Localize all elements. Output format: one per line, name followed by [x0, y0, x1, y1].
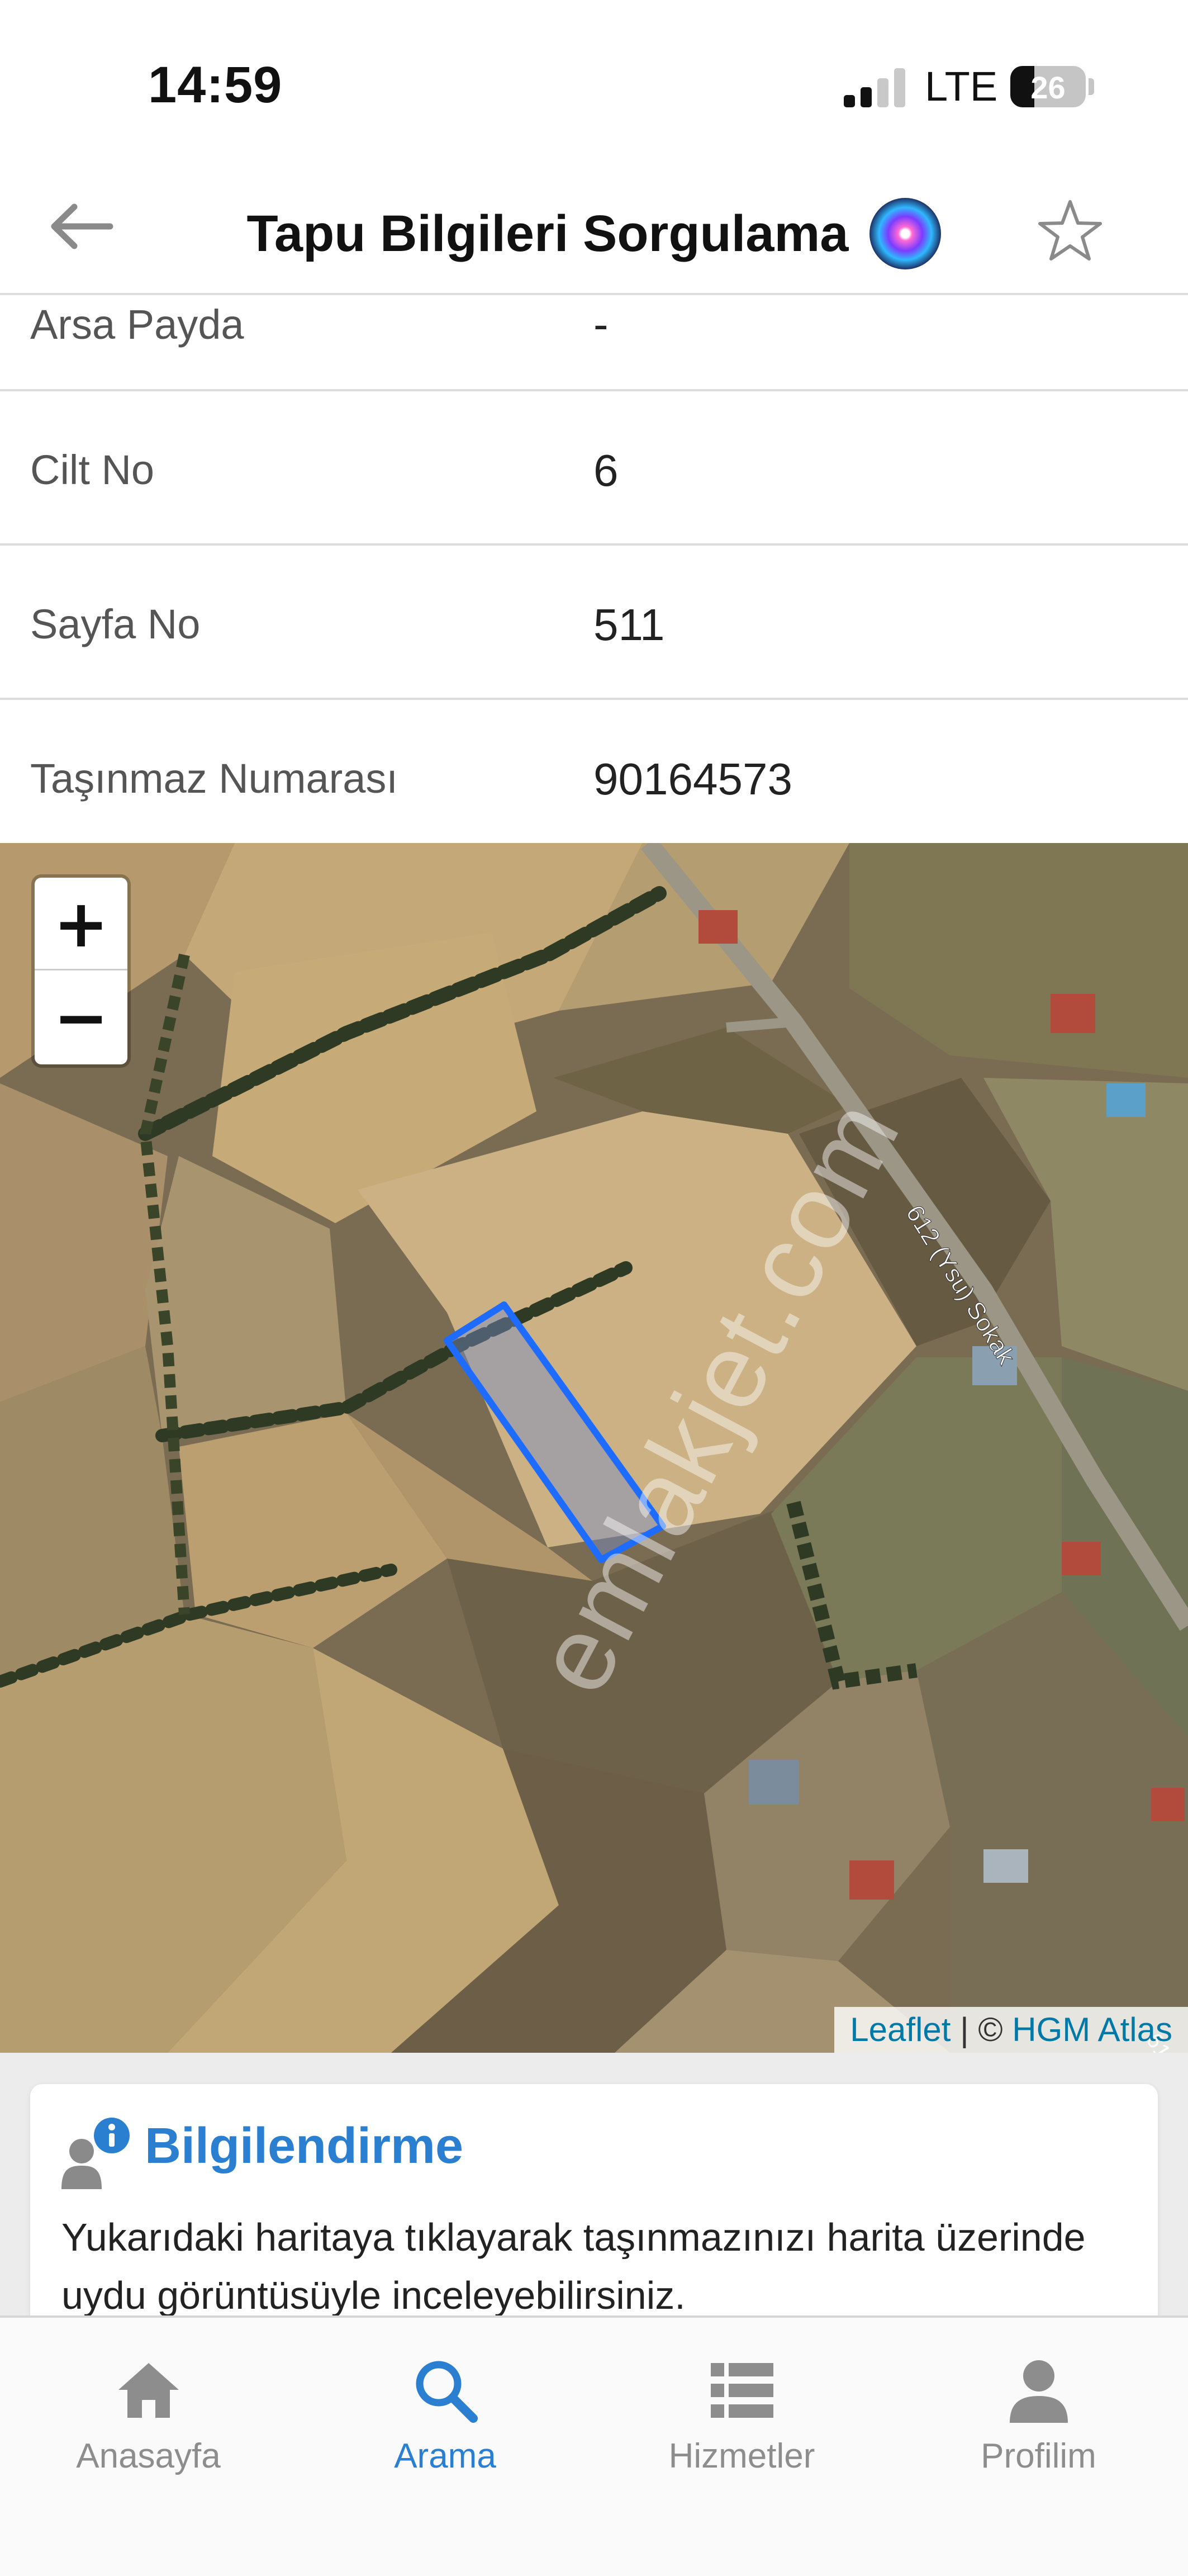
status-time: 14:59 [148, 56, 283, 113]
satellite-imagery: 612 (Ysu) Sokak 61 [0, 843, 1188, 2053]
zoom-out-button[interactable]: − [35, 971, 127, 1064]
satellite-map[interactable]: 612 (Ysu) Sokak 61 emlakjet.com + − Leaf… [0, 843, 1188, 2053]
nav-header: Tapu Bilgileri Sorgulama [0, 168, 1188, 295]
search-icon [416, 2361, 478, 2423]
detail-value: 511 [593, 600, 665, 650]
detail-row-sayfa-no: Sayfa No 511 [0, 546, 1188, 700]
tab-anasayfa[interactable]: Anasayfa [0, 2351, 297, 2476]
user-info-icon [61, 2118, 130, 2189]
tab-label: Hizmetler [668, 2437, 815, 2475]
detail-row-arsa-payda: Arsa Payda - [0, 295, 1188, 391]
tab-label: Arama [394, 2437, 496, 2475]
tab-hizmetler[interactable]: Hizmetler [593, 2351, 890, 2476]
status-bar: 14:59 LTE 26 [0, 0, 1188, 168]
info-card-title: Bilgilendirme [145, 2118, 464, 2174]
list-icon [710, 2363, 773, 2418]
detail-list: Arsa Payda - Cilt No 6 Sayfa No 511 Taşı… [0, 295, 1188, 843]
zoom-in-button[interactable]: + [35, 878, 127, 970]
detail-label: Arsa Payda [30, 301, 244, 348]
star-icon [1038, 200, 1102, 261]
detail-row-cilt-no: Cilt No 6 [0, 391, 1188, 546]
hgm-atlas-link[interactable]: HGM Atlas [1012, 2011, 1172, 2048]
battery-tip [1089, 78, 1094, 95]
zoom-control: + − [35, 878, 127, 1064]
attribution-separator: | © [951, 2011, 1013, 2048]
info-card: Bilgilendirme Yukarıdaki haritaya tıklay… [30, 2084, 1158, 2315]
network-type: LTE [925, 63, 998, 110]
tab-label: Profilim [981, 2437, 1096, 2475]
info-card-text: Yukarıdaki haritaya tıklayarak taşınmazı… [61, 2215, 1086, 2315]
favorite-button[interactable] [1034, 195, 1106, 267]
detail-value: 6 [593, 446, 619, 495]
signal-strength-icon [844, 67, 905, 107]
tab-label: Anasayfa [76, 2437, 221, 2475]
siri-icon[interactable] [869, 198, 942, 269]
detail-value: - [593, 299, 609, 349]
tab-bar: Anasayfa Arama Hizmetler Profilim [0, 2315, 1188, 2576]
leaflet-link[interactable]: Leaflet [850, 2011, 951, 2048]
detail-value: 90164573 [593, 754, 792, 804]
detail-label: Cilt No [30, 447, 155, 493]
battery-level: 26 [1030, 70, 1066, 105]
battery-icon: 26 [1010, 66, 1086, 107]
detail-label: Taşınmaz Numarası [30, 755, 398, 802]
info-section: Bilgilendirme Yukarıdaki haritaya tıklay… [0, 2053, 1188, 2315]
nav-title-group: Tapu Bilgileri Sorgulama [0, 198, 1188, 269]
page-title: Tapu Bilgileri Sorgulama [246, 205, 849, 262]
tab-arama[interactable]: Arama [297, 2351, 593, 2476]
home-icon [118, 2363, 179, 2418]
tab-profilim[interactable]: Profilim [890, 2351, 1187, 2476]
person-icon [1009, 2360, 1068, 2423]
detail-row-tasinmaz-numarasi: Taşınmaz Numarası 90164573 [0, 700, 1188, 843]
detail-label: Sayfa No [30, 601, 201, 647]
map-attribution: Leaflet | © HGM Atlas [834, 2007, 1188, 2053]
